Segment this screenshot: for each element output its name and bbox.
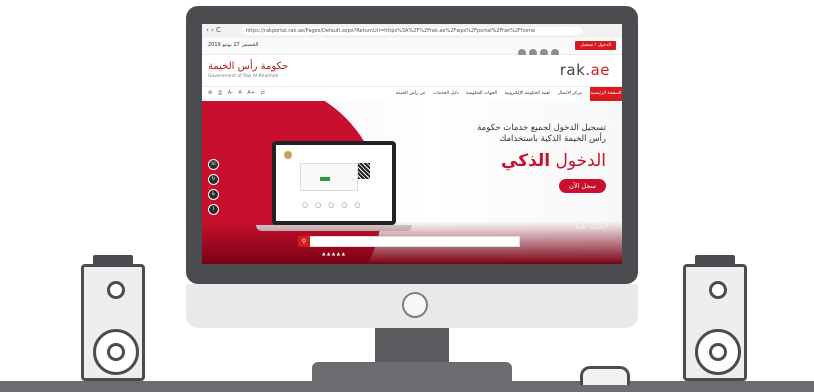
woofer-icon — [93, 329, 139, 375]
accessibility-tools: ⚙ ⎙ A- A A+ ⇄ — [208, 90, 269, 96]
quick-links: ▲ ▲ ▲ ▲ ▲ — [322, 252, 346, 257]
register-now-button[interactable]: سجل الآن — [559, 179, 606, 193]
government-logo-subtitle: Government of Ras Al Khaimah — [208, 74, 279, 79]
rak-logo-tld: .ae — [585, 61, 610, 79]
top-strip: الخميس 27 يونيو 2019 الدخول / تسجيل — [202, 38, 622, 57]
site-header: حكومة رأس الخيمة Government of Ras Al Kh… — [202, 55, 622, 85]
nav-menu: مركز الاتصال تقنية الحكومة الإلكترونية ا… — [390, 91, 582, 96]
hero-title-bold: الذكي — [501, 151, 551, 171]
floating-side-icons: ☏ ↻ ♿ i — [208, 159, 219, 219]
screen: ‹ › C https://rakportal.rak.ae/Pages/Def… — [202, 24, 622, 264]
service-icons-row: ○○○○○ — [302, 201, 368, 209]
monitor-stand-base — [312, 362, 512, 382]
mouse — [580, 366, 630, 385]
print-icon[interactable]: ⎙ — [218, 90, 222, 96]
chat-icon[interactable]: ☏ — [208, 159, 219, 170]
info-icon[interactable]: i — [208, 204, 219, 215]
left-speaker — [81, 264, 145, 381]
hero-text: تسجيل الدخول لجميع خدمات حكومة رأس الخيم… — [477, 123, 606, 193]
browser-nav-buttons[interactable]: ‹ › C — [206, 26, 221, 34]
login-button[interactable]: الدخول / تسجيل — [575, 41, 616, 50]
nav-item-about[interactable]: عن رأس الخيمة — [396, 91, 426, 96]
login-green-button — [320, 177, 330, 181]
nav-item-entities[interactable]: الجهات الحكومية — [466, 91, 497, 96]
font-increase[interactable]: A+ — [247, 90, 255, 96]
qr-code-icon — [358, 163, 370, 179]
browser-toolbar: ‹ › C https://rakportal.rak.ae/Pages/Def… — [202, 24, 622, 39]
font-decrease[interactable]: A- — [228, 90, 233, 96]
government-logo[interactable]: حكومة رأس الخيمة — [208, 61, 288, 72]
desk-surface — [0, 381, 814, 392]
search-input[interactable] — [298, 236, 520, 247]
nav-item-services[interactable]: دليل الخدمات — [433, 91, 458, 96]
nav-item-egov[interactable]: تقنية الحكومة الإلكترونية — [505, 91, 550, 96]
hero-title: الدخول الذكي — [477, 151, 606, 171]
nav-item-contact[interactable]: مركز الاتصال — [557, 91, 582, 96]
accessibility-icon[interactable]: ♿ — [208, 189, 219, 200]
tweeter-icon — [709, 281, 727, 299]
tweeter-icon — [107, 281, 125, 299]
settings-icon[interactable]: ⚙ — [208, 90, 212, 96]
language-icon[interactable]: ⇄ — [261, 90, 265, 96]
nav-item-home[interactable]: الصفحة الرئيسية — [590, 87, 622, 101]
font-reset[interactable]: A — [238, 90, 241, 96]
laptop-illustration: ○○○○○ — [272, 141, 396, 225]
hero-title-light: الدخول — [555, 151, 606, 171]
monitor-stand-neck — [375, 328, 449, 364]
monitor-logo-icon — [402, 292, 428, 318]
hero-line-1: تسجيل الدخول لجميع خدمات حكومة — [477, 123, 606, 133]
seal-icon — [284, 151, 292, 159]
refresh-icon[interactable]: ↻ — [208, 174, 219, 185]
woofer-icon — [695, 329, 741, 375]
current-date: الخميس 27 يونيو 2019 — [208, 42, 259, 48]
search-hint: ابحث هنا — [575, 222, 608, 232]
main-navigation: ⚙ ⎙ A- A A+ ⇄ مركز الاتصال تقنية الحكومة… — [202, 86, 622, 102]
hero-banner: ☏ ↻ ♿ i ○○○○○ تسجيل الدخول لجميع خدمات ح… — [202, 101, 622, 264]
rak-logo[interactable]: rak.ae — [560, 61, 610, 79]
right-speaker — [683, 264, 747, 381]
rak-logo-main: rak — [559, 61, 586, 79]
hero-line-2: رأس الخيمة الذكية باستخدامك — [499, 134, 606, 144]
search-icon[interactable]: ⚲ — [298, 236, 310, 247]
address-bar[interactable]: https://rakportal.rak.ae/Pages/Default.a… — [242, 27, 582, 35]
